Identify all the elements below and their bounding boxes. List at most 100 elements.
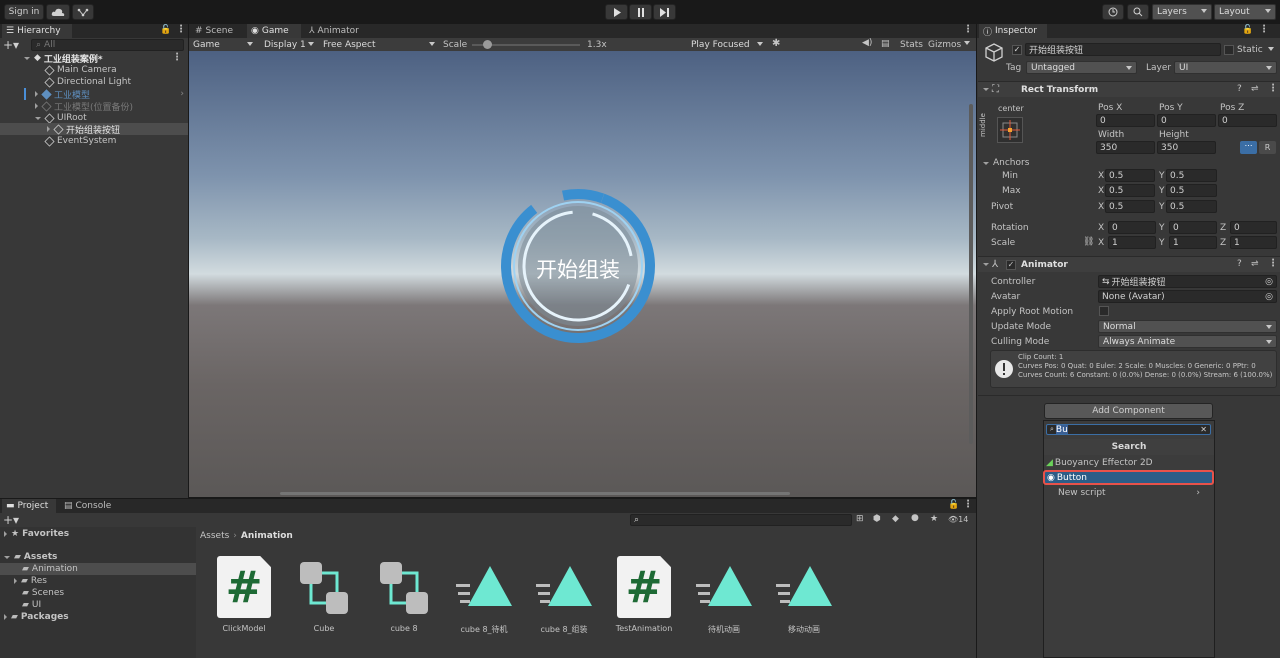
more-icon[interactable]: ⋮ [1268,258,1278,269]
more-icon[interactable]: ⋮ [963,24,973,35]
help-icon[interactable]: ? [1237,84,1242,94]
chevron-right-icon[interactable]: › [180,89,184,99]
avatar-field[interactable]: None (Avatar) ◎ [1098,290,1277,303]
packages-item[interactable]: ▰ Packages [4,611,69,623]
filter-type-icon[interactable]: ⊞ [856,514,864,524]
tab-hierarchy[interactable]: ☰ Hierarchy [2,24,72,38]
anchor-max-y-field[interactable]: 0.5 [1166,184,1217,197]
controller-field[interactable]: ⇆ 开始组装按钮 ◎ [1098,275,1277,288]
object-picker-icon[interactable]: ◎ [1265,292,1273,302]
layout-dropdown[interactable]: Layout [1214,4,1276,20]
breadcrumb-item[interactable]: Assets [200,531,229,541]
assets-item[interactable]: ▰ Assets [4,551,57,563]
tab-project[interactable]: ▬ Project [2,499,56,513]
chevron-down-icon[interactable] [964,41,970,45]
help-icon[interactable]: ? [1237,259,1242,269]
display-dropdown[interactable]: Display 1 [260,38,318,51]
folder-item[interactable]: ▰ Res [14,575,47,587]
rect-transform-header[interactable]: ⛶ Rect Transform ? ⇌ ⋮ [978,81,1280,97]
stats-button[interactable]: Stats [900,40,923,50]
scale-y-field[interactable]: 1 [1169,236,1217,249]
asset-tile[interactable]: Cube [286,556,362,633]
volume-icon[interactable]: ◀) [862,38,872,48]
tab-inspector[interactable]: ⓘ Inspector [979,24,1047,38]
clear-icon[interactable]: ✕ [1200,425,1207,434]
lock-icon[interactable]: 🔓 [160,25,171,35]
list-item[interactable]: 开始组装按钮 [47,123,120,136]
pause-button[interactable] [629,4,652,20]
layer-dropdown[interactable]: UI [1174,61,1277,74]
add-icon[interactable]: +▾ [3,38,19,52]
filter-label-icon[interactable]: ⬢ [873,514,881,524]
rotation-y-field[interactable]: 0 [1169,221,1217,234]
play-button[interactable] [605,4,628,20]
list-item[interactable]: Main Camera [44,64,117,76]
more-icon[interactable]: ⋮ [176,24,186,35]
anchor-preset-button[interactable] [997,117,1023,143]
folder-item[interactable]: ▰ Scenes [22,587,64,599]
width-field[interactable]: 350 [1096,141,1155,154]
add-component-button[interactable]: Add Component [1044,403,1213,419]
update-mode-dropdown[interactable]: Normal [1098,320,1277,333]
tag-dropdown[interactable]: Untagged [1026,61,1137,74]
bug-icon[interactable]: ✱ [772,38,780,49]
sign-in-button[interactable]: Sign in [4,4,44,20]
play-focused-dropdown[interactable]: Play Focused [687,38,767,51]
result-item[interactable]: ◢ Buoyancy Effector 2D [1046,457,1212,469]
history-icon[interactable] [1102,4,1124,20]
static-checkbox[interactable] [1224,45,1234,55]
game-mode-dropdown[interactable]: Game [189,38,257,51]
aspect-dropdown[interactable]: Free Aspect [319,38,439,51]
more-icon[interactable]: ⋮ [1259,24,1269,35]
object-name-field[interactable]: 开始组装按钮 [1025,43,1221,56]
rotation-z-field[interactable]: 0 [1230,221,1277,234]
component-search-input[interactable]: ⌕ Bu ✕ [1046,424,1211,435]
preset-icon[interactable]: ⇌ [1251,259,1259,269]
more-icon[interactable]: ⋮ [963,499,973,510]
hierarchy-search-input[interactable]: ⌕ All [31,39,184,51]
active-checkbox[interactable]: ✓ [1012,45,1022,55]
folder-item[interactable]: ▰ Animation [22,563,78,575]
breadcrumb-item[interactable]: Animation [241,531,293,541]
list-item[interactable]: 工业模型(位置备份) [35,100,133,113]
asset-tile[interactable]: cube 8_待机 [446,556,522,634]
tab-console[interactable]: ▤ Console [60,499,120,513]
pos-x-field[interactable]: 0 [1096,114,1155,127]
pos-y-field[interactable]: 0 [1157,114,1216,127]
anchor-min-y-field[interactable]: 0.5 [1166,169,1217,182]
anchors-foldout[interactable]: Anchors [983,157,1029,169]
viewport-scrollbar[interactable] [969,104,973,444]
culling-mode-dropdown[interactable]: Always Animate [1098,335,1277,348]
pivot-x-field[interactable]: 0.5 [1105,200,1155,213]
raw-edit-button[interactable]: R [1259,141,1276,154]
warning-icon[interactable]: ● [911,513,919,523]
tab-scene[interactable]: # Scene [191,24,243,38]
asset-tile[interactable]: # ClickModel [206,556,282,633]
layers-dropdown[interactable]: Layers [1152,4,1212,20]
scale-slider-thumb[interactable] [483,40,492,49]
asset-tile[interactable]: # TestAnimation [606,556,682,633]
search-icon[interactable] [1127,4,1149,20]
tab-game[interactable]: ◉ Game [247,24,301,38]
list-item[interactable]: Directional Light [44,76,131,88]
link-icon[interactable]: ⛓ [1083,237,1094,247]
star-icon[interactable]: ★ [930,514,938,524]
static-dropdown[interactable] [1266,43,1278,56]
scale-z-field[interactable]: 1 [1230,236,1277,249]
cloud-icon[interactable] [46,4,70,20]
pos-z-field[interactable]: 0 [1218,114,1277,127]
viewport-h-scrollbar[interactable] [280,492,790,495]
more-icon[interactable]: ⋮ [1268,83,1278,94]
apply-root-motion-checkbox[interactable] [1099,306,1109,316]
asset-tile[interactable]: cube 8 [366,556,442,633]
result-item[interactable]: ◉ Button [1047,472,1207,484]
animator-header[interactable]: ⅄ ✓ Animator ? ⇌ ⋮ [978,256,1280,272]
tag-icon[interactable]: ◆ [892,514,899,524]
folder-item[interactable]: ▰ UI [22,599,41,611]
step-button[interactable] [653,4,676,20]
rotation-x-field[interactable]: 0 [1108,221,1156,234]
more-icon[interactable]: ⋮ [172,52,182,63]
collab-icon[interactable] [72,4,94,20]
list-item[interactable]: 工业模型 › [35,88,188,101]
enabled-checkbox[interactable]: ✓ [1006,260,1016,270]
